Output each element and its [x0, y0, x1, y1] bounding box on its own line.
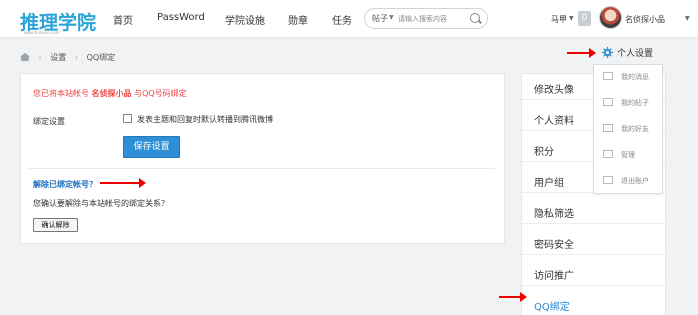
- menu-item-label: 我的好友: [621, 125, 649, 133]
- chevron-down-icon[interactable]: ▼: [569, 15, 574, 22]
- sidebar-item-label: QQ绑定: [534, 302, 570, 313]
- nav-academy-facilities[interactable]: 学院设施: [225, 12, 265, 27]
- binding-status-prefix: 您已将本站帐号: [33, 89, 89, 98]
- admin-icon: [603, 150, 613, 158]
- sidebar-item-password[interactable]: 密码安全: [522, 229, 667, 255]
- sidebar-item-promotion[interactable]: 访问推广: [522, 260, 667, 286]
- binding-settings-label: 绑定设置: [33, 117, 65, 126]
- personal-settings-link[interactable]: 个人设置: [617, 46, 653, 59]
- sidebar-item-label: 密码安全: [534, 240, 574, 251]
- site-logo[interactable]: 推理学院 www.tuilixue.com: [20, 8, 96, 35]
- chevron-down-icon[interactable]: ▼: [685, 15, 690, 22]
- site-logo-subtitle: www.tuilixue.com: [24, 30, 60, 35]
- nav-tasks[interactable]: 任务: [332, 12, 352, 27]
- menu-item-label: 管理: [621, 151, 635, 159]
- menu-item-label: 退出账户: [621, 177, 649, 185]
- top-navigation-bar: 推理学院 www.tuilixue.com 首页 PassWord 学院设施 勋…: [0, 0, 698, 38]
- annotation-arrow-settings: [567, 48, 596, 58]
- weibo-repost-label[interactable]: 发表主题和回复时默认转播到腾讯微博: [137, 114, 273, 125]
- sidebar-item-privacy[interactable]: 隐私筛选: [522, 198, 667, 224]
- menu-item-posts[interactable]: 我的帖子: [594, 91, 662, 117]
- friends-icon: [603, 124, 613, 132]
- notification-badge[interactable]: 0: [578, 11, 591, 26]
- nav-home[interactable]: 首页: [113, 12, 133, 27]
- confirm-unbind-button[interactable]: 确认解除: [33, 218, 78, 232]
- chevron-down-icon[interactable]: ▼: [389, 14, 394, 21]
- sidebar-item-label: 用户组: [534, 178, 564, 189]
- breadcrumb-settings[interactable]: 设置: [50, 53, 66, 62]
- annotation-arrow-unbind: [100, 178, 146, 188]
- save-settings-button[interactable]: 保存设置: [123, 136, 180, 158]
- menu-item-admin[interactable]: 管理: [594, 143, 662, 169]
- menu-item-label: 我的帖子: [621, 99, 649, 107]
- breadcrumb-separator-icon: ›: [74, 53, 79, 62]
- weibo-repost-checkbox[interactable]: [123, 114, 132, 123]
- bound-username: 名侦探小品: [91, 89, 132, 98]
- unbind-confirmation-text: 您确认要解除与本站帐号的绑定关系？: [33, 199, 169, 208]
- breadcrumb-separator-icon: ›: [38, 53, 42, 62]
- home-icon[interactable]: [20, 53, 30, 61]
- search-type-selector[interactable]: 帖子: [372, 13, 388, 24]
- breadcrumb-qq-bind: QQ绑定: [86, 53, 116, 62]
- nav-password[interactable]: PassWord: [157, 12, 205, 23]
- binding-status-notice: 您已将本站帐号 名侦探小品 与QQ号码绑定: [33, 88, 187, 99]
- menu-item-messages[interactable]: 我的消息: [594, 65, 662, 91]
- binding-status-suffix: 与QQ号码绑定: [134, 89, 187, 98]
- search-icon[interactable]: [470, 13, 480, 23]
- breadcrumb: › 设置 › QQ绑定: [20, 52, 115, 63]
- mail-icon: [603, 72, 613, 80]
- sidebar-item-label: 访问推广: [534, 271, 574, 282]
- magic-vest-menu[interactable]: 马甲: [551, 14, 567, 25]
- search-input[interactable]: 请输入搜索内容: [398, 14, 447, 24]
- gear-icon: [602, 47, 613, 58]
- user-dropdown-menu: 我的消息 我的帖子 我的好友 管理 退出账户: [593, 64, 663, 194]
- qq-binding-panel: 您已将本站帐号 名侦探小品 与QQ号码绑定 绑定设置 发表主题和回复时默认转播到…: [20, 73, 505, 244]
- menu-item-friends[interactable]: 我的好友: [594, 117, 662, 143]
- sidebar-item-label: 个人资料: [534, 116, 574, 127]
- unbind-account-title[interactable]: 解除已绑定帐号？: [33, 179, 97, 190]
- sidebar-item-label: 隐私筛选: [534, 209, 574, 220]
- sidebar-item-label: 积分: [534, 147, 554, 158]
- annotation-arrow-qq-bind: [499, 292, 527, 302]
- search-box[interactable]: 帖子 ▼ 请输入搜索内容: [364, 8, 488, 29]
- menu-item-label: 我的消息: [621, 73, 649, 81]
- logout-icon: [603, 176, 613, 184]
- post-icon: [603, 98, 613, 106]
- sidebar-item-label: 修改头像: [534, 85, 574, 96]
- sidebar-item-qq-bind[interactable]: QQ绑定: [522, 291, 667, 315]
- avatar[interactable]: [599, 6, 622, 29]
- section-divider: [29, 168, 495, 169]
- username-menu[interactable]: 名侦探小品: [625, 14, 665, 25]
- menu-item-logout[interactable]: 退出账户: [594, 169, 662, 195]
- nav-medals[interactable]: 勋章: [288, 12, 308, 27]
